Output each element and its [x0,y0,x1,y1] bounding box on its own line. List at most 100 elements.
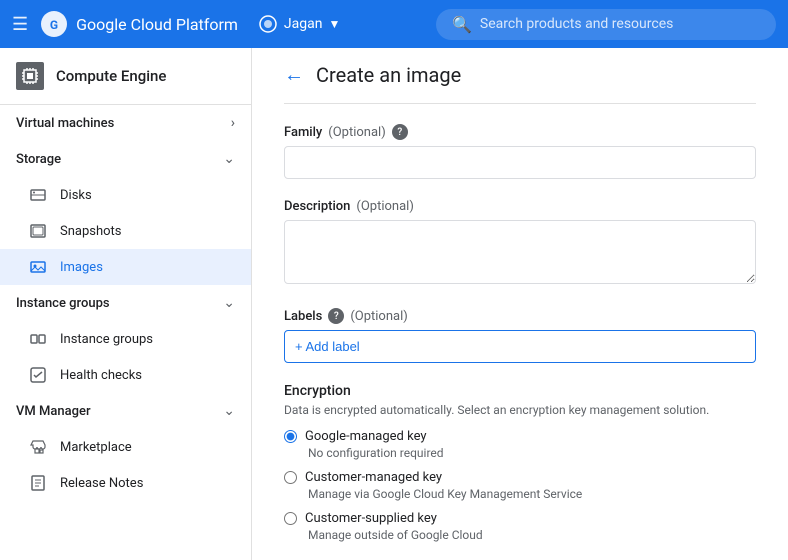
encryption-option-google: Google-managed key No configuration requ… [284,429,756,460]
encryption-customer-supplied-sublabel: Manage outside of Google Cloud [308,528,756,542]
encryption-customer-managed-radio[interactable] [284,471,297,484]
vms-chevron-icon: › [231,115,235,131]
encryption-option-customer-managed: Customer-managed key Manage via Google C… [284,470,756,501]
marketplace-icon-svg [29,438,47,456]
svg-text:G: G [50,18,58,32]
instance-groups-chevron-icon: ⌄ [223,295,235,311]
sidebar-item-disks-label: Disks [60,188,92,203]
page-header: ← Create an image [284,48,756,104]
encryption-title: Encryption [284,383,756,399]
topbar-search-placeholder: Search products and resources [480,16,673,32]
sidebar-section-vm-manager: VM Manager ⌄ Marketplace [0,393,251,501]
sidebar-header-title: Compute Engine [56,67,166,85]
encryption-desc: Data is encrypted automatically. Select … [284,403,756,417]
search-icon: 🔍 [452,15,472,34]
release-notes-icon-svg [29,474,47,492]
sidebar-section-storage-label: Storage [16,152,61,167]
storage-chevron-icon: ⌄ [223,151,235,167]
sidebar-item-marketplace[interactable]: Marketplace [0,429,251,465]
encryption-customer-supplied-radio[interactable] [284,512,297,525]
instance-group-icon [28,329,48,349]
menu-icon[interactable]: ☰ [12,14,28,35]
encryption-google-radio[interactable] [284,430,297,443]
family-label-text: Family [284,125,322,140]
layout: Compute Engine Virtual machines › Storag… [0,48,788,560]
topbar: ☰ G Google Cloud Platform Jagan ▼ 🔍 Sear… [0,0,788,48]
sidebar-item-snapshots[interactable]: Snapshots [0,213,251,249]
topbar-project-name: Jagan [284,16,323,32]
sidebar-item-health-checks[interactable]: Health checks [0,357,251,393]
back-button[interactable]: ← [284,62,304,87]
labels-help-icon[interactable]: ? [328,308,344,324]
sidebar-section-storage: Storage ⌄ Disks [0,141,251,285]
encryption-section: Encryption Data is encrypted automatical… [284,383,756,542]
sidebar-section-instance-groups: Instance groups ⌄ Instance groups [0,285,251,393]
sidebar-section-storage-header[interactable]: Storage ⌄ [0,141,251,177]
topbar-project-chevron-icon: ▼ [328,17,340,31]
labels-field: Labels ? (Optional) + Add label [284,308,756,363]
labels-label: Labels ? (Optional) [284,308,756,324]
description-input[interactable] [284,220,756,284]
page-title: Create an image [316,63,461,87]
encryption-google-label[interactable]: Google-managed key [284,429,756,444]
vm-manager-chevron-icon: ⌄ [223,403,235,419]
snapshot-icon-svg [29,222,47,240]
description-label-text: Description [284,199,350,214]
sidebar-section-vms-header[interactable]: Virtual machines › [0,105,251,141]
release-notes-icon [28,473,48,493]
sidebar-item-health-checks-label: Health checks [60,368,142,383]
disk-icon [28,185,48,205]
family-input[interactable] [284,146,756,179]
encryption-customer-supplied-text: Customer-supplied key [305,511,437,526]
encryption-customer-managed-text: Customer-managed key [305,470,442,485]
marketplace-icon [28,437,48,457]
family-optional-text: (Optional) [328,125,385,140]
topbar-logo: G Google Cloud Platform [40,10,238,38]
snapshot-icon [28,221,48,241]
encryption-customer-supplied-label[interactable]: Customer-supplied key [284,511,756,526]
sidebar-item-snapshots-label: Snapshots [60,224,122,239]
sidebar-section-instance-groups-label: Instance groups [16,296,110,311]
sidebar-section-vm-manager-header[interactable]: VM Manager ⌄ [0,393,251,429]
encryption-customer-managed-sublabel: Manage via Google Cloud Key Management S… [308,487,756,501]
topbar-project-selector[interactable]: Jagan ▼ [258,14,340,34]
sidebar-item-release-notes[interactable]: Release Notes [0,465,251,501]
encryption-radio-group: Google-managed key No configuration requ… [284,429,756,542]
family-label: Family (Optional) ? [284,124,756,140]
encryption-google-text: Google-managed key [305,429,427,444]
health-check-icon-svg [29,366,47,384]
encryption-customer-managed-label[interactable]: Customer-managed key [284,470,756,485]
encryption-google-sublabel: No configuration required [308,446,756,460]
description-field: Description (Optional) [284,199,756,288]
images-icon-svg [29,258,47,276]
gcp-logo-icon: G [40,10,68,38]
instance-group-icon-svg [29,330,47,348]
sidebar-item-images-label: Images [60,260,103,275]
description-label: Description (Optional) [284,199,756,214]
labels-label-text: Labels [284,309,322,324]
family-field: Family (Optional) ? [284,124,756,179]
sidebar-item-marketplace-label: Marketplace [60,440,132,455]
sidebar-item-disks[interactable]: Disks [0,177,251,213]
sidebar-section-vm-manager-label: VM Manager [16,404,91,419]
sidebar: Compute Engine Virtual machines › Storag… [0,48,252,560]
sidebar-header: Compute Engine [0,48,251,105]
sidebar-section-vms: Virtual machines › [0,105,251,141]
sidebar-item-instance-groups[interactable]: Instance groups [0,321,251,357]
sidebar-item-release-notes-label: Release Notes [60,476,143,491]
sidebar-item-images[interactable]: Images [0,249,251,285]
labels-optional-text: (Optional) [350,309,407,324]
sidebar-item-instance-groups-label: Instance groups [60,332,153,347]
disk-icon-svg [29,186,47,204]
add-label-button[interactable]: + Add label [284,330,756,363]
topbar-project-icon [258,14,278,34]
topbar-search-bar[interactable]: 🔍 Search products and resources [436,9,776,40]
family-help-icon[interactable]: ? [392,124,408,140]
chip-icon [21,67,39,85]
sidebar-section-vms-label: Virtual machines [16,116,114,131]
encryption-option-customer-supplied: Customer-supplied key Manage outside of … [284,511,756,542]
topbar-logo-text: Google Cloud Platform [76,15,238,34]
images-icon [28,257,48,277]
health-check-icon [28,365,48,385]
sidebar-section-instance-groups-header[interactable]: Instance groups ⌄ [0,285,251,321]
